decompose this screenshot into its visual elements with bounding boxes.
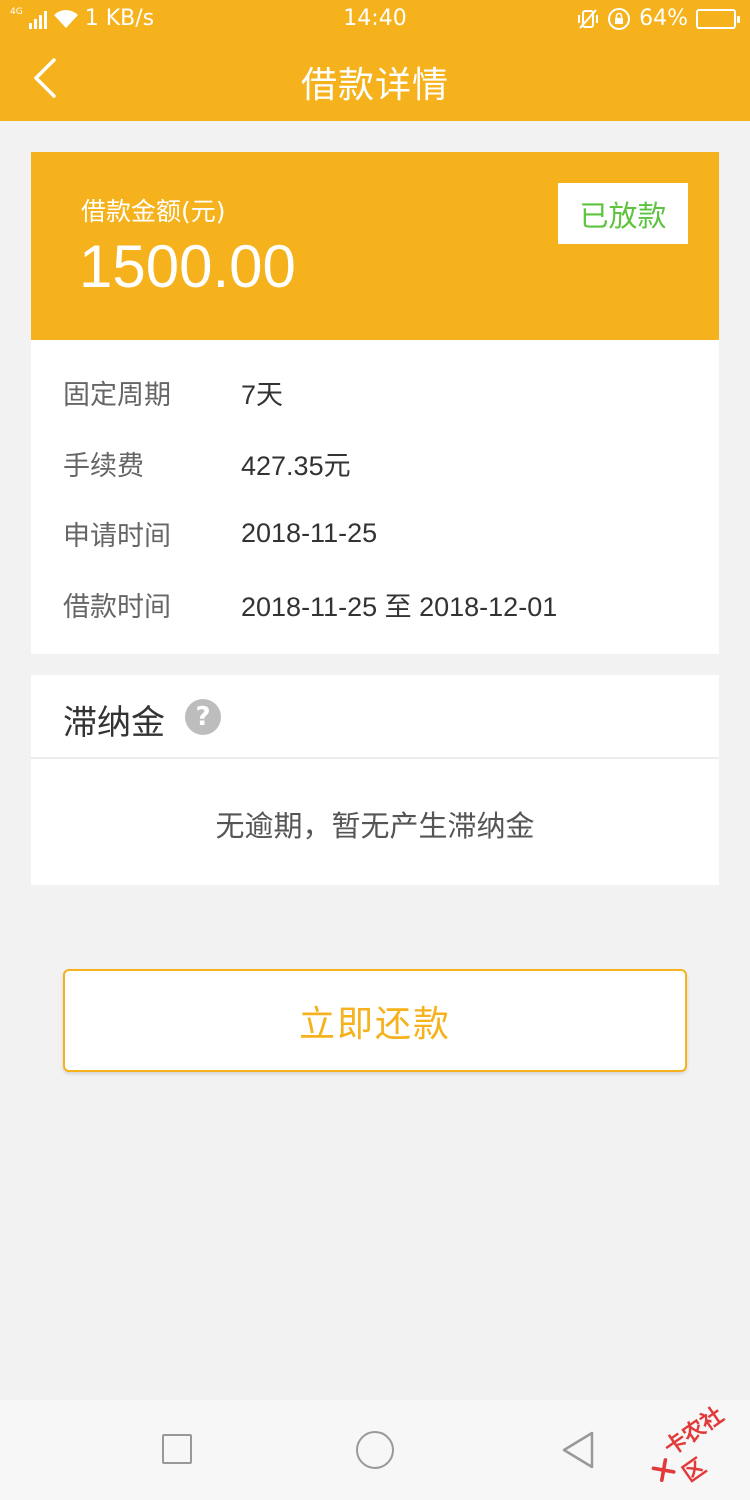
detail-label: 借款时间 bbox=[63, 591, 171, 623]
late-fee-section: 滞纳金 ? 无逾期，暂无产生滞纳金 bbox=[31, 675, 719, 885]
repay-now-button[interactable]: 立即还款 bbox=[63, 969, 687, 1072]
battery-percent: 64% bbox=[639, 6, 688, 31]
help-icon[interactable]: ? bbox=[185, 699, 221, 735]
detail-value: 427.35元 bbox=[241, 450, 351, 481]
detail-row-apply-time: 申请时间 2018-11-25 bbox=[63, 513, 377, 553]
status-right: 64% bbox=[577, 6, 740, 31]
detail-label: 固定周期 bbox=[63, 379, 171, 411]
rotation-lock-icon bbox=[608, 7, 631, 30]
battery-icon bbox=[696, 8, 740, 29]
recent-apps-icon[interactable] bbox=[162, 1434, 192, 1464]
detail-row-period: 固定周期 7天 bbox=[63, 372, 283, 412]
screen: 4G 1 KB/s 14:40 64% 借款详情 借款金额(元) 1500.00… bbox=[0, 0, 750, 1500]
late-fee-title: 滞纳金 bbox=[63, 703, 165, 743]
detail-row-loan-time: 借款时间 2018-11-25 至 2018-12-01 bbox=[63, 584, 557, 624]
app-header: 借款详情 bbox=[0, 40, 750, 121]
loan-details: 固定周期 7天 手续费 427.35元 申请时间 2018-11-25 借款时间… bbox=[31, 340, 719, 654]
detail-label: 手续费 bbox=[63, 450, 144, 482]
detail-row-fee: 手续费 427.35元 bbox=[63, 443, 351, 483]
detail-value: 2018-11-25 bbox=[241, 517, 378, 548]
late-fee-header: 滞纳金 ? bbox=[31, 675, 719, 759]
nav-back-icon[interactable] bbox=[560, 1430, 596, 1470]
detail-value: 7天 bbox=[241, 379, 284, 410]
home-icon[interactable] bbox=[356, 1431, 394, 1469]
loan-amount-card: 借款金额(元) 1500.00 已放款 bbox=[31, 152, 719, 340]
vibrate-icon bbox=[578, 8, 599, 29]
amount-label: 借款金额(元) bbox=[81, 197, 226, 226]
late-fee-message: 无逾期，暂无产生滞纳金 bbox=[215, 809, 535, 843]
detail-label: 申请时间 bbox=[63, 520, 171, 552]
status-bar: 4G 1 KB/s 14:40 64% bbox=[0, 0, 750, 40]
amount-value: 1500.00 bbox=[79, 233, 296, 300]
detail-value: 2018-11-25 至 2018-12-01 bbox=[241, 591, 558, 622]
loan-status-badge: 已放款 bbox=[558, 183, 688, 244]
page-title: 借款详情 bbox=[300, 65, 449, 106]
